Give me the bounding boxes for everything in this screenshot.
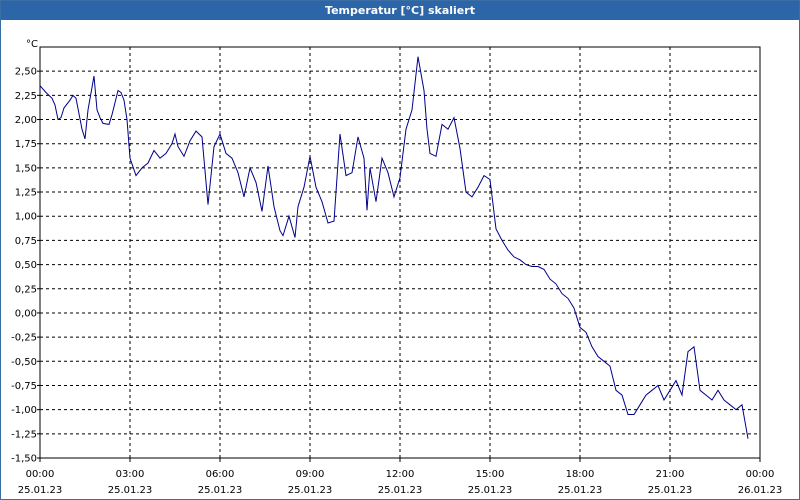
y-tick-label: 2,50 [15, 67, 37, 78]
x-tick-time-label: 06:00 [206, 469, 235, 480]
y-tick-label: -1,00 [11, 405, 37, 416]
y-tick-label: -0,50 [11, 357, 37, 368]
x-tick-date-label: 25.01.23 [288, 485, 333, 496]
x-tick-time-label: 00:00 [26, 469, 55, 480]
x-tick-date-label: 25.01.23 [558, 485, 603, 496]
x-tick-time-label: 09:00 [296, 469, 325, 480]
y-tick-label: 0,25 [15, 284, 37, 295]
x-tick-time-label: 18:00 [566, 469, 595, 480]
x-tick-date-label: 25.01.23 [378, 485, 423, 496]
grid-lines [40, 47, 760, 459]
x-tick-time-label: 15:00 [476, 469, 505, 480]
y-tick-label: -1,50 [11, 454, 37, 465]
y-tick-label: 1,00 [15, 212, 37, 223]
x-tick-date-label: 25.01.23 [468, 485, 513, 496]
y-tick-label: 1,75 [15, 139, 37, 150]
temperature-series-line [39, 56, 749, 439]
x-tick-date-label: 25.01.23 [648, 485, 693, 496]
y-tick-label: 1,50 [15, 163, 37, 174]
y-tick-label: 1,25 [15, 188, 37, 199]
y-tick-label: 2,25 [15, 91, 37, 102]
y-tick-label: 2,00 [15, 115, 37, 126]
y-tick-label: 0,75 [15, 236, 37, 247]
x-tick-time-label: 21:00 [656, 469, 685, 480]
y-tick-label: -0,25 [11, 333, 37, 344]
x-tick-date-label: 25.01.23 [108, 485, 153, 496]
y-tick-label: -0,75 [11, 381, 37, 392]
y-axis-unit-label: °C [26, 39, 38, 50]
series-layer [39, 56, 749, 439]
y-tick-label: -1,25 [11, 429, 37, 440]
x-axis-ticks: 00:00 25.01.23 03:00 25.01.23 06:00 25.01.23 0… [18, 458, 783, 496]
x-tick-time-label: 00:00 [746, 469, 775, 480]
x-tick-date-label: 26.01.23 [738, 485, 783, 496]
x-tick-time-label: 12:00 [386, 469, 415, 480]
y-tick-label: 0,00 [15, 308, 37, 319]
y-tick-label: 0,50 [15, 260, 37, 271]
y-axis-ticks: 2,50 2,25 2,00 1,75 1,50 1,25 1,00 0,75 0,50 0,25… [11, 67, 40, 465]
x-tick-time-label: 03:00 [116, 469, 145, 480]
x-tick-date-label: 25.01.23 [18, 485, 63, 496]
temperature-line-chart: °C 2,50 2,25 2,00 1,75 1,50 1,25 1,00 0,75 0,50 0… [11, 39, 783, 496]
x-tick-date-label: 25.01.23 [198, 485, 243, 496]
